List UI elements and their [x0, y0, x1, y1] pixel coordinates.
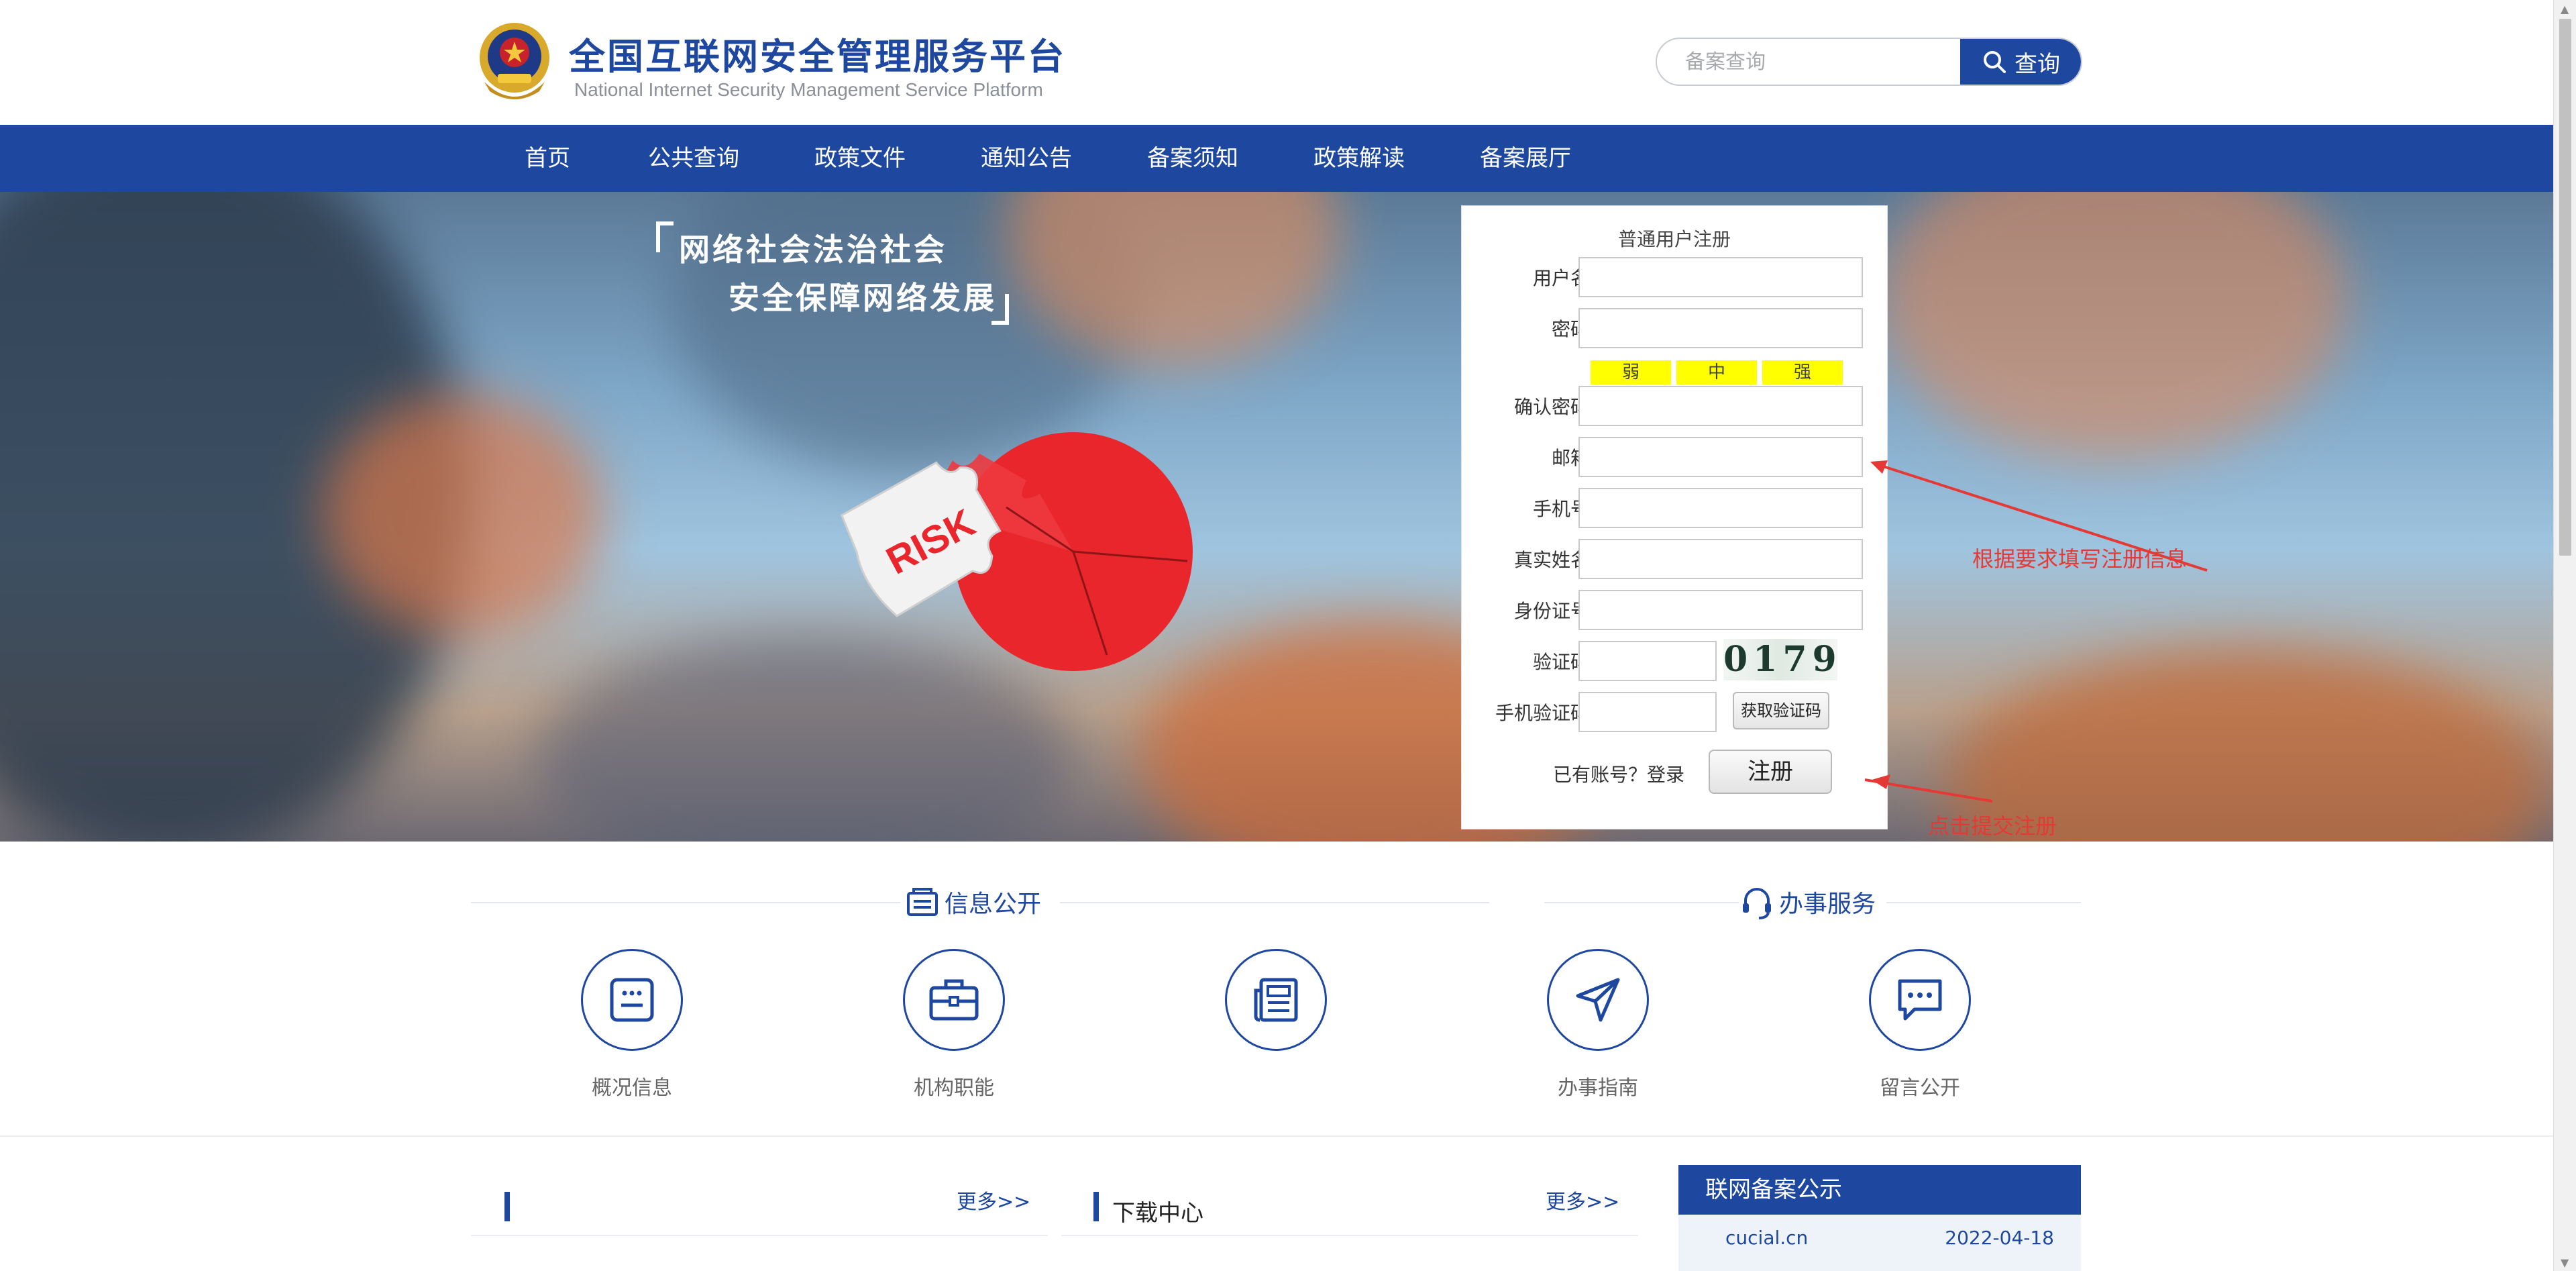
page-divider [0, 1135, 2553, 1137]
download-center-panel: 下载中心 更多>> [1061, 1165, 1638, 1271]
vertical-scrollbar[interactable]: ▲ ▼ [2553, 0, 2576, 1271]
search-input[interactable] [1657, 39, 1964, 85]
police-emblem-icon [480, 23, 549, 99]
nav-item-policy-docs[interactable]: 政策文件 [814, 125, 906, 192]
slogan-line-2: 安全保障网络发展 [729, 280, 997, 316]
nav-item-filing-guide[interactable]: 备案须知 [1147, 125, 1238, 192]
download-center-title: 下载中心 [1112, 1200, 1203, 1227]
service-item-news[interactable] [1175, 949, 1377, 1071]
briefcase-icon [929, 979, 979, 1021]
info-section-label: 信息公开 [945, 891, 1042, 918]
panel-accent-bar [1093, 1192, 1099, 1221]
strength-strong: 强 [1762, 360, 1843, 385]
registration-title: 普通用户注册 [1617, 228, 1731, 250]
site-header: 全国互联网安全管理服务平台 National Internet Security… [0, 0, 2553, 125]
captcha-image[interactable]: 0179 [1723, 639, 1837, 680]
panel-accent-bar [504, 1192, 510, 1221]
message-icon [1898, 979, 1942, 1021]
section-divider [1544, 902, 1739, 903]
service-item-label: 办事指南 [1558, 1076, 1638, 1100]
have-account-label: 已有账号？ [1553, 764, 1648, 786]
site-title: 全国互联网安全管理服务平台 [569, 36, 1066, 78]
search-box: 查询 [1656, 38, 2082, 86]
filing-publicity-panel: 联网备案公示 cucial.cn 2022-04-18 [1678, 1165, 2081, 1271]
navigation-icon [1576, 978, 1620, 1022]
newspaper-icon-circle [1225, 949, 1327, 1051]
overview-icon-circle [581, 949, 683, 1051]
left-news-panel: 更多>> [471, 1165, 1048, 1271]
service-item-label: 留言公开 [1880, 1076, 1960, 1100]
have-account-text: 已有账号？登录 [1553, 760, 1684, 787]
section-divider [471, 902, 900, 903]
filing-site-link[interactable]: cucial.cn [1725, 1227, 1808, 1249]
login-link[interactable]: 登录 [1647, 764, 1684, 786]
search-button-label: 查询 [2015, 50, 2060, 78]
annotation-arrows [1865, 460, 2208, 803]
email-input[interactable] [1578, 437, 1863, 477]
section-divider [1886, 902, 2081, 903]
sms-code-label: 手机验证码 [1495, 702, 1589, 724]
banner-bg-shape [1878, 192, 2348, 460]
info-section-title: 信息公开 [906, 884, 1041, 919]
service-item-label: 机构职能 [914, 1076, 994, 1100]
confirm-password-input[interactable] [1578, 386, 1863, 426]
service-item-messages[interactable]: 留言公开 [1819, 949, 2021, 1101]
search-button[interactable]: 查询 [1960, 39, 2081, 85]
service-item-guide[interactable]: 办事指南 [1497, 949, 1699, 1101]
slogan-bracket-close [991, 294, 1009, 325]
service-section-label: 办事服务 [1779, 891, 1876, 918]
overview-icon [610, 978, 654, 1022]
strength-weak: 弱 [1591, 360, 1671, 385]
username-input[interactable] [1578, 257, 1863, 297]
nav-item-filing-hall[interactable]: 备案展厅 [1480, 125, 1571, 192]
service-item-functions[interactable]: 机构职能 [853, 949, 1055, 1101]
search-icon [1984, 51, 2006, 73]
register-submit-button[interactable]: 注册 [1709, 750, 1832, 794]
registration-panel: 普通用户注册 用户名 密码 弱 中 强 确认密码 邮箱 手机号 真实姓名 身份证… [1461, 205, 1888, 829]
scrollbar-thumb[interactable] [2559, 19, 2571, 556]
newspaper-icon [1254, 978, 1298, 1022]
nav-item-home[interactable]: 首页 [525, 125, 570, 192]
id-card-input[interactable] [1578, 590, 1863, 630]
real-name-input[interactable] [1578, 539, 1863, 579]
briefcase-icon-circle [903, 949, 1005, 1051]
main-nav: 首页 公共查询 政策文件 通知公告 备案须知 政策解读 备案展厅 [0, 125, 2553, 192]
risk-puzzle-illustration: RISK [840, 432, 1193, 671]
headset-icon [1743, 888, 1771, 919]
scroll-up-arrow-icon[interactable]: ▲ [2561, 3, 2569, 15]
annotation-click-submit: 点击提交注册 [1928, 813, 2057, 839]
strength-medium: 中 [1676, 360, 1757, 385]
nav-item-policy-interpretation[interactable]: 政策解读 [1313, 125, 1405, 192]
sms-code-input[interactable] [1578, 692, 1717, 732]
captcha-input[interactable] [1578, 641, 1717, 681]
service-item-overview[interactable]: 概况信息 [531, 949, 733, 1101]
download-more-link[interactable]: 更多>> [1546, 1185, 1619, 1215]
banner-bg-shape [322, 393, 604, 635]
slogan-bracket-open [656, 221, 674, 252]
navigation-icon-circle [1547, 949, 1649, 1051]
phone-input[interactable] [1578, 488, 1863, 528]
nav-item-notices[interactable]: 通知公告 [981, 125, 1072, 192]
section-divider [1060, 902, 1489, 903]
panel-rule [471, 1235, 1048, 1236]
slogan-line-1: 网络社会法治社会 [679, 232, 947, 268]
left-more-link[interactable]: 更多>> [957, 1185, 1030, 1215]
service-item-label: 概况信息 [592, 1076, 672, 1100]
filing-publicity-title: 联网备案公示 [1678, 1165, 2081, 1215]
scroll-down-arrow-icon[interactable]: ▼ [2561, 1256, 2569, 1269]
password-input[interactable] [1578, 308, 1863, 348]
service-section-title: 办事服务 [1740, 884, 1876, 919]
nav-item-public-query[interactable]: 公共查询 [648, 125, 739, 192]
get-sms-code-button[interactable]: 获取验证码 [1733, 692, 1829, 729]
info-folder-icon [907, 888, 938, 916]
annotation-fill-info: 根据要求填写注册信息 [1972, 546, 2188, 572]
panel-rule [1061, 1235, 1638, 1236]
filing-date: 2022-04-18 [1945, 1227, 2054, 1249]
site-subtitle: National Internet Security Management Se… [574, 79, 1043, 100]
message-icon-circle [1869, 949, 1971, 1051]
